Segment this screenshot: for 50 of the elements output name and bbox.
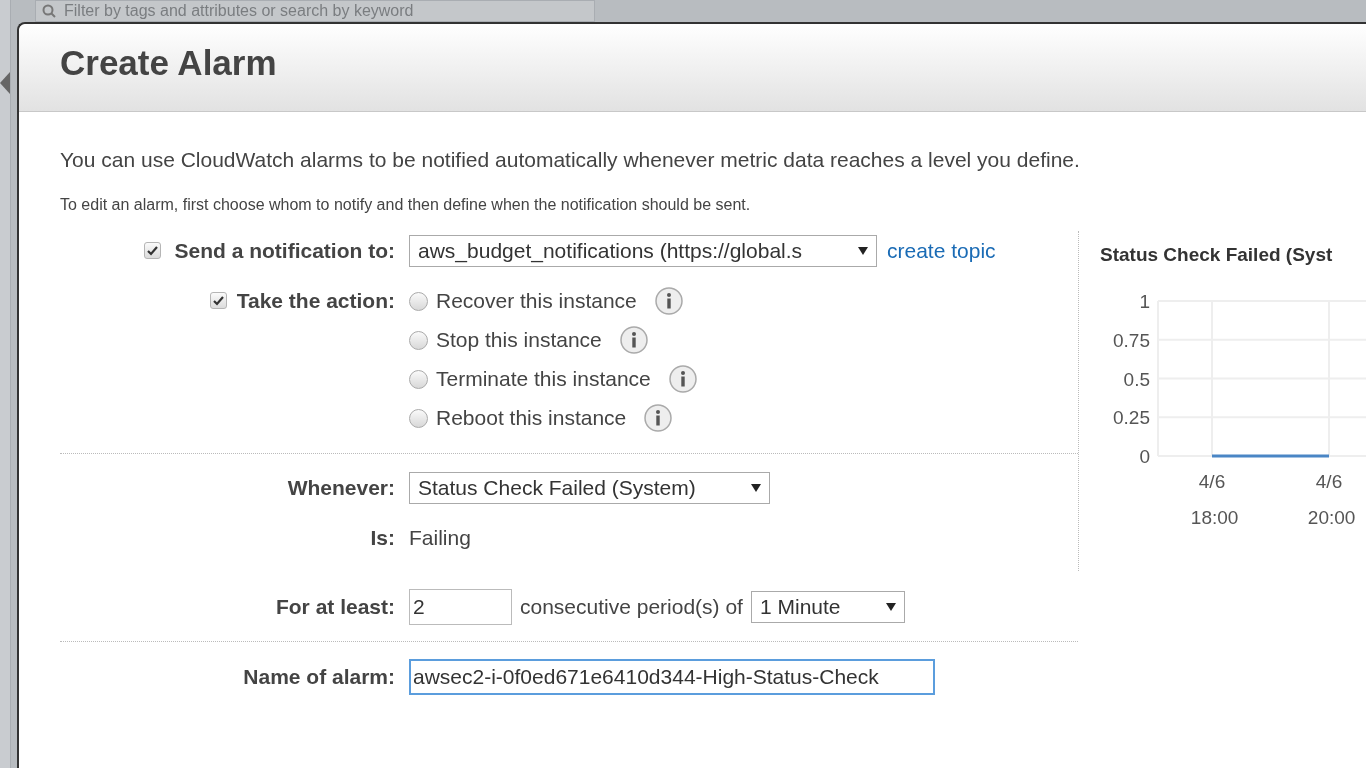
- select-value: Status Check Failed (System): [418, 474, 696, 501]
- metric-select[interactable]: Status Check Failed (System): [409, 471, 770, 504]
- select-value: 1 Minute: [759, 594, 841, 621]
- checkbox[interactable]: [143, 242, 161, 259]
- field-label: Send a notification to:: [174, 237, 395, 264]
- field-label: For at least:: [275, 594, 395, 621]
- radio-label: Reboot this instance: [436, 405, 627, 432]
- periods-input[interactable]: 2: [409, 589, 512, 625]
- search-placeholder: Filter by tags and attributes or search by keyword: [64, 1, 414, 21]
- field-label: Take the action:: [236, 287, 395, 314]
- field-label: Whenever:: [287, 474, 395, 501]
- radio-button[interactable]: [409, 408, 428, 428]
- status-value: Failing: [409, 524, 472, 551]
- periods-text: consecutive period(s) of: [520, 594, 743, 621]
- axis-tick-label: 0: [1139, 446, 1150, 467]
- intro-text: You can use CloudWatch alarms to be notified automatically whenever metric data reaches a level you define.: [60, 147, 1081, 173]
- axis-tick-label: 1: [1139, 291, 1150, 312]
- chart-title: Status Check Failed (Syst: [1100, 242, 1334, 267]
- radio-button[interactable]: [409, 369, 428, 389]
- axis-tick-label: 4/6 20:00: [1307, 471, 1356, 528]
- radio-label: Stop this instance: [436, 327, 602, 354]
- axis-tick-label: 0.75: [1113, 329, 1150, 351]
- radio-button[interactable]: [409, 330, 428, 350]
- axis-tick-label: 0.25: [1113, 407, 1150, 429]
- field-label: Name of alarm:: [243, 664, 395, 691]
- hint-text: To edit an alarm, first choose whom to notify and then define when the notification should be sent.: [60, 194, 752, 215]
- checkbox[interactable]: [209, 292, 227, 309]
- info-icon[interactable]: [644, 404, 673, 432]
- topic-select[interactable]: aws_budget_notifications (https://global.s: [409, 234, 877, 267]
- radio-button[interactable]: [409, 291, 428, 311]
- caret-icon: [885, 603, 896, 611]
- checkmark-icon: [212, 295, 224, 306]
- caret-icon: [858, 246, 868, 255]
- period-select[interactable]: 1 Minute: [750, 591, 905, 623]
- select-value: aws_budget_notifications (https://global.s: [418, 237, 803, 265]
- collapse-arrow-icon[interactable]: [0, 72, 10, 94]
- checkmark-icon: [146, 245, 158, 256]
- radio-label: Terminate this instance: [436, 366, 651, 393]
- info-icon[interactable]: [619, 326, 648, 354]
- axis-tick-label: 4/6 18:00: [1190, 471, 1239, 528]
- alarm-name-input[interactable]: awsec2-i-0f0ed671e6410d344-High-Status-Check: [409, 659, 935, 695]
- radio-label: Recover this instance: [436, 288, 637, 315]
- axis-tick-label: 0.5: [1123, 368, 1150, 390]
- info-icon[interactable]: [668, 365, 697, 393]
- create-topic-link[interactable]: create topic: [887, 234, 996, 267]
- caret-icon: [751, 483, 761, 492]
- info-icon[interactable]: [654, 287, 683, 315]
- search-icon: [42, 4, 56, 18]
- dialog-title: Create Alarm: [60, 42, 277, 85]
- field-label: Is:: [370, 524, 395, 551]
